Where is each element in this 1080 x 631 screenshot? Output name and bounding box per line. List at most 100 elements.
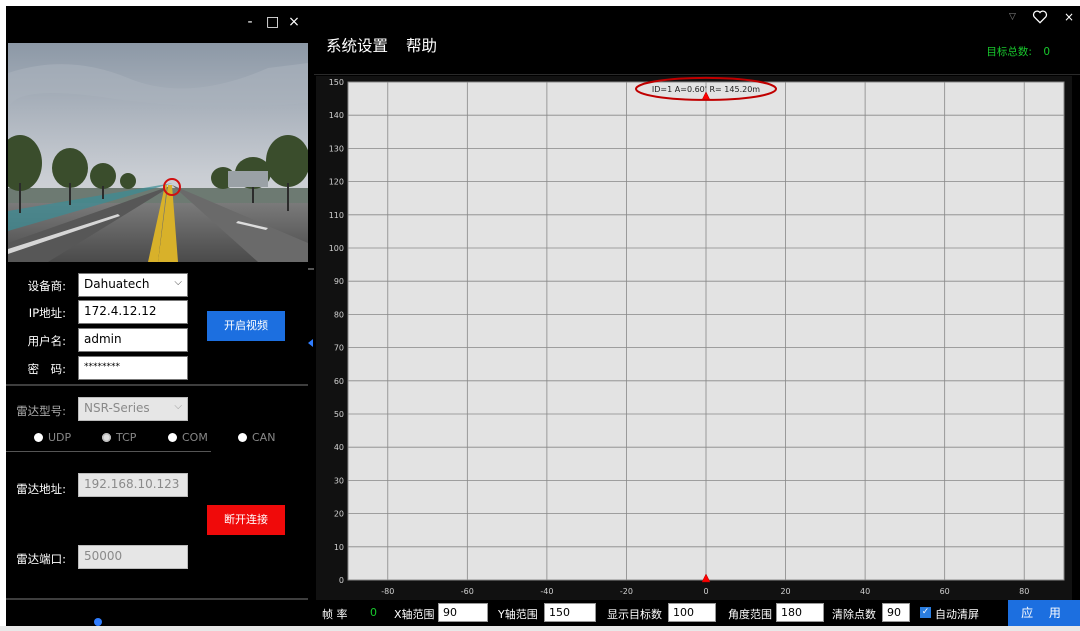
- show-targets-input[interactable]: 100: [668, 603, 716, 622]
- radar-target-chart: -80 -60 -40 -20 0 20 40 60 80 0 10 20 30 40 50 60 70 80 90…: [316, 76, 1072, 600]
- auto-clear-checkbox[interactable]: ✓: [920, 607, 931, 618]
- y-tick-label: 90: [334, 277, 344, 286]
- protocol-tcp-radio[interactable]: TCP: [102, 431, 136, 444]
- section-divider: [6, 384, 308, 386]
- maximize-icon[interactable]: □: [266, 14, 279, 30]
- radar-app-window: - □ × 设备商: Dahuatech ⌵ IP地址: 172.4.12.12…: [6, 6, 1080, 626]
- radio-dot-icon: [168, 433, 177, 442]
- x-tick-label: -20: [620, 587, 633, 596]
- vendor-label: 设备商:: [27, 279, 66, 293]
- radio-dot-icon: [34, 433, 43, 442]
- radar-model-label: 雷达型号:: [16, 404, 66, 418]
- scroll-handle[interactable]: [94, 618, 102, 626]
- x-tick-label: 80: [1019, 587, 1029, 596]
- apply-button[interactable]: 应 用: [1008, 600, 1080, 626]
- y-tick-label: 50: [334, 410, 344, 419]
- clear-points-label: 清除点数: [832, 608, 876, 621]
- close-icon[interactable]: ×: [288, 14, 300, 30]
- bottom-divider: [6, 598, 308, 600]
- y-tick-label: 40: [334, 443, 344, 452]
- vendor-value: Dahuatech: [84, 277, 150, 291]
- minimize-icon[interactable]: -: [244, 14, 256, 30]
- ip-input[interactable]: 172.4.12.12: [78, 300, 188, 324]
- auto-clear-label: 自动清屏: [935, 608, 979, 621]
- protocol-com-label: COM: [182, 431, 208, 444]
- radar-address-input: 192.168.10.123: [78, 473, 188, 497]
- open-video-button[interactable]: 开启视频: [207, 311, 285, 341]
- target-point-label: ID=1 A=0.60' R= 145.20m: [652, 85, 760, 94]
- dropdown-triangle-icon[interactable]: ▽: [1009, 12, 1016, 22]
- heart-icon[interactable]: [1032, 10, 1048, 24]
- angle-range-input[interactable]: 180: [776, 603, 824, 622]
- radar-model-select: NSR-Series ⌵: [78, 397, 188, 421]
- left-panel: - □ × 设备商: Dahuatech ⌵ IP地址: 172.4.12.12…: [6, 6, 308, 626]
- show-targets-label: 显示目标数: [607, 608, 662, 621]
- y-tick-label: 30: [334, 476, 344, 485]
- protocol-divider: [6, 451, 211, 452]
- x-tick-label: 60: [940, 587, 950, 596]
- y-range-input[interactable]: 150: [544, 603, 596, 622]
- y-tick-label: 20: [334, 510, 344, 519]
- y-tick-label: 100: [329, 244, 344, 253]
- radar-port-input: 50000: [78, 545, 188, 569]
- top-icons: ▽ ×: [1009, 10, 1074, 24]
- camera-video-view: [8, 43, 308, 262]
- x-tick-label: -40: [540, 587, 553, 596]
- x-range-input[interactable]: 90: [438, 603, 488, 622]
- frame-rate-value: 0: [370, 606, 377, 619]
- username-label: 用户名:: [27, 334, 66, 348]
- protocol-com-radio[interactable]: COM: [168, 431, 208, 444]
- header-divider: [314, 74, 1080, 75]
- window-controls: - □ ×: [244, 14, 300, 30]
- clear-points-input[interactable]: 90: [882, 603, 910, 622]
- menu-bar: 系统设置 帮助: [326, 34, 437, 56]
- target-total-label: 目标总数:: [986, 46, 1032, 58]
- protocol-udp-radio[interactable]: UDP: [34, 431, 71, 444]
- y-tick-label: 80: [334, 310, 344, 319]
- radio-dot-icon: [238, 433, 247, 442]
- y-tick-label: 60: [334, 377, 344, 386]
- target-total: 目标总数: 0: [986, 44, 1050, 59]
- x-tick-label: 40: [860, 587, 870, 596]
- close-icon[interactable]: ×: [1064, 10, 1074, 24]
- ip-label: IP地址:: [28, 306, 66, 320]
- y-tick-label: 130: [329, 144, 344, 153]
- camera-frame-image: [8, 43, 308, 262]
- y-range-label: Y轴范围: [498, 608, 538, 621]
- collapse-arrow-icon[interactable]: [308, 339, 313, 347]
- y-tick-label: 150: [329, 78, 344, 87]
- x-tick-label: 20: [780, 587, 790, 596]
- protocol-udp-label: UDP: [48, 431, 72, 444]
- y-tick-label: 110: [329, 211, 344, 220]
- protocol-tcp-label: TCP: [116, 431, 137, 444]
- x-range-label: X轴范围: [394, 608, 435, 621]
- bottom-toolbar: 帧 率 0 X轴范围 90 Y轴范围 150 显示目标数 100 角度范围 18…: [314, 600, 1080, 626]
- chevron-down-icon: ⌵: [174, 277, 182, 288]
- x-tick-label: -60: [461, 587, 474, 596]
- frame-rate-label: 帧 率: [322, 608, 348, 621]
- menu-system-settings[interactable]: 系统设置: [326, 34, 388, 56]
- radio-dot-selected-icon: [102, 433, 111, 442]
- x-tick-label: -80: [381, 587, 394, 596]
- password-input[interactable]: ********: [78, 356, 188, 380]
- vendor-select[interactable]: Dahuatech ⌵: [78, 273, 188, 297]
- protocol-can-radio[interactable]: CAN: [238, 431, 275, 444]
- angle-range-label: 角度范围: [728, 608, 772, 621]
- y-tick-label: 0: [339, 576, 344, 585]
- radar-port-label: 雷达端口:: [16, 552, 66, 566]
- right-panel: 系统设置 帮助 ▽ × 目标总数: 0 -80 -60 -40 -20 0 20 40 60 8…: [314, 6, 1080, 626]
- y-tick-label: 120: [329, 178, 344, 187]
- password-label: 密 码:: [27, 362, 66, 376]
- bottom-edge: [0, 626, 1080, 631]
- disconnect-button[interactable]: 断开连接: [207, 505, 285, 535]
- y-tick-label: 70: [334, 344, 344, 353]
- y-tick-label: 140: [329, 111, 344, 120]
- radar-model-value: NSR-Series: [84, 401, 150, 415]
- username-input[interactable]: admin: [78, 328, 188, 352]
- y-tick-label: 10: [334, 543, 344, 552]
- chevron-down-icon: ⌵: [174, 401, 182, 412]
- protocol-can-label: CAN: [252, 431, 276, 444]
- radar-address-label: 雷达地址:: [16, 482, 66, 496]
- menu-help[interactable]: 帮助: [406, 34, 437, 56]
- target-total-value: 0: [1043, 46, 1050, 58]
